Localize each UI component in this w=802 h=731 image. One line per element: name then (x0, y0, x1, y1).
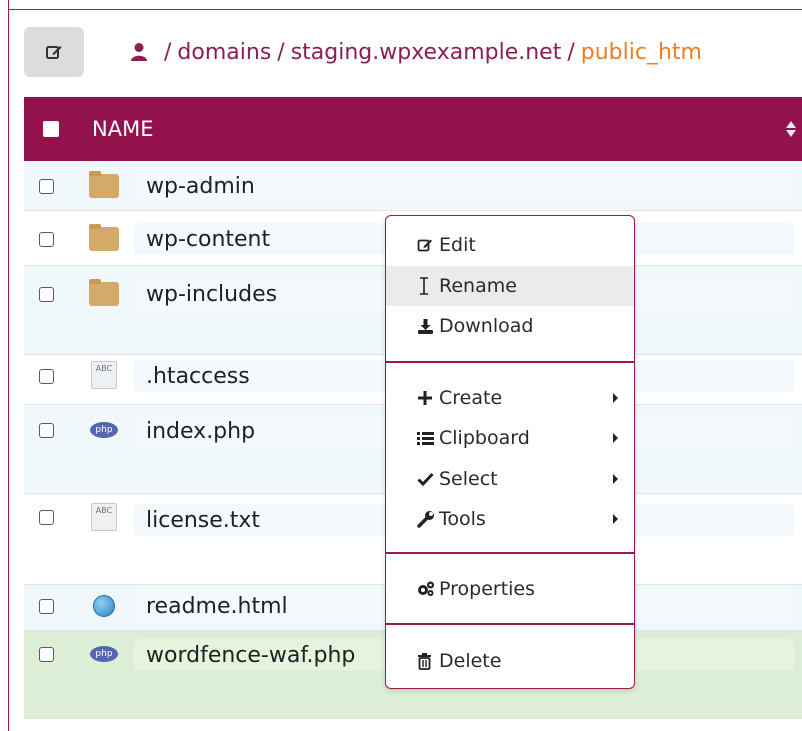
menu-item-label: Edit (439, 234, 476, 256)
menu-divider (386, 361, 634, 363)
edit-toggle-button[interactable] (24, 27, 84, 77)
menu-item-download[interactable]: Download (386, 306, 634, 346)
breadcrumb-separator: / (567, 39, 575, 65)
breadcrumb-separator: / (277, 39, 285, 65)
menu-item-label: Download (439, 315, 534, 337)
context-menu: Edit Rename Download Create Clipboard Se… (385, 215, 635, 689)
submenu-arrow-icon (613, 433, 618, 443)
check-icon (417, 472, 439, 486)
submenu-arrow-icon (613, 474, 618, 484)
menu-item-label: Rename (439, 275, 517, 297)
folder-icon (89, 279, 119, 306)
list-icon (417, 431, 439, 446)
menu-item-tools[interactable]: Tools (386, 499, 634, 539)
menu-item-label: Select (439, 468, 498, 490)
sort-icon[interactable] (786, 121, 796, 137)
user-icon[interactable] (130, 42, 148, 62)
text-cursor-icon (417, 276, 439, 296)
submenu-arrow-icon (613, 514, 618, 524)
folder-icon (89, 171, 119, 198)
menu-item-select[interactable]: Select (386, 459, 634, 499)
php-file-icon: php (90, 646, 118, 662)
row-checkbox[interactable] (39, 369, 54, 384)
menu-item-create[interactable]: Create (386, 378, 634, 418)
menu-divider (386, 552, 634, 554)
cogs-icon (417, 581, 439, 597)
menu-item-properties[interactable]: Properties (386, 569, 634, 609)
text-file-icon: ABC (91, 361, 117, 389)
breadcrumb-domains[interactable]: domains (177, 40, 271, 65)
menu-item-label: Properties (439, 578, 536, 600)
menu-item-label: Clipboard (439, 427, 530, 449)
select-all-checkbox[interactable] (43, 121, 59, 137)
folder-icon (89, 224, 119, 251)
menu-item-delete[interactable]: Delete (386, 641, 634, 681)
menu-item-edit[interactable]: Edit (386, 225, 634, 265)
wrench-icon (417, 510, 439, 528)
breadcrumb-staging-domain[interactable]: staging.wpxexample.net (291, 40, 562, 65)
php-file-icon: php (90, 422, 118, 438)
submenu-arrow-icon (613, 393, 618, 403)
name-column-header[interactable]: NAME (92, 117, 153, 141)
edit-icon (417, 237, 439, 253)
table-header: NAME (24, 97, 802, 161)
row-checkbox[interactable] (39, 423, 54, 438)
menu-item-rename[interactable]: Rename (386, 266, 634, 306)
file-name[interactable]: wp-admin (134, 170, 794, 202)
plus-icon (417, 390, 439, 406)
top-border (8, 9, 802, 10)
breadcrumb: / domains / staging.wpxexample.net / pub… (130, 36, 702, 68)
trash-icon (417, 652, 439, 670)
table-row[interactable]: wp-admin (24, 161, 802, 211)
row-checkbox[interactable] (39, 510, 54, 525)
row-checkbox[interactable] (39, 647, 54, 662)
edit-icon (46, 46, 62, 59)
left-border (8, 0, 9, 731)
download-icon (417, 318, 439, 335)
menu-item-label: Create (439, 387, 503, 409)
html-file-icon (93, 595, 115, 617)
menu-item-label: Tools (439, 508, 486, 530)
menu-item-clipboard[interactable]: Clipboard (386, 418, 634, 458)
text-file-icon: ABC (91, 503, 117, 531)
row-checkbox[interactable] (39, 232, 54, 247)
row-checkbox[interactable] (39, 599, 54, 614)
row-checkbox[interactable] (39, 287, 54, 302)
row-checkbox[interactable] (39, 179, 54, 194)
menu-item-label: Delete (439, 650, 502, 672)
breadcrumb-current: public_htm (580, 39, 702, 65)
breadcrumb-separator: / (164, 39, 172, 65)
menu-divider (386, 623, 634, 625)
